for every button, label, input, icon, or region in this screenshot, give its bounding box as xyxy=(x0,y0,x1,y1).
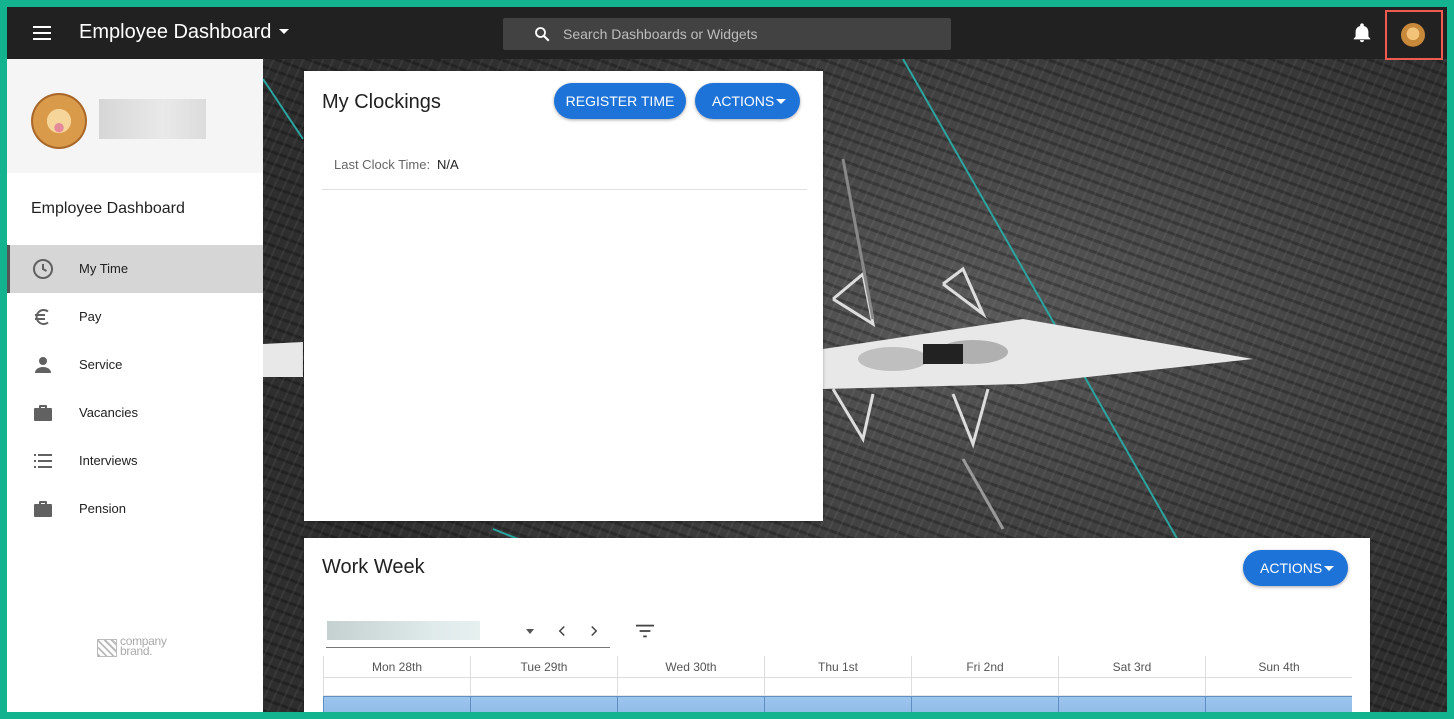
day-column-header: Mon 28th xyxy=(323,656,470,678)
top-app-bar: Employee Dashboard xyxy=(7,7,1447,60)
day-time-slot[interactable] xyxy=(470,696,617,712)
clockings-actions-button[interactable]: ACTIONS xyxy=(695,83,800,119)
week-select-value-redacted xyxy=(327,621,480,640)
register-time-button[interactable]: REGISTER TIME xyxy=(554,83,686,119)
avatar xyxy=(1401,23,1425,47)
briefcase-icon xyxy=(34,405,52,421)
day-allday-cell[interactable] xyxy=(1205,678,1352,696)
search-icon xyxy=(535,27,550,42)
day-time-slot[interactable] xyxy=(764,696,911,712)
briefcase-icon xyxy=(34,501,52,517)
day-time-slot[interactable] xyxy=(1205,696,1352,712)
day-column-header: Fri 2nd xyxy=(911,656,1058,678)
sidebar-item-label: My Time xyxy=(79,261,129,276)
chevron-down-icon xyxy=(776,99,786,104)
app-window: Employee Dashboard Employee Dashboard xyxy=(7,7,1447,712)
day-time-slot[interactable] xyxy=(911,696,1058,712)
day-column-header: Tue 29th xyxy=(470,656,617,678)
day-allday-cell[interactable] xyxy=(1058,678,1205,696)
day-column-header: Wed 30th xyxy=(617,656,764,678)
profile-avatar xyxy=(31,93,87,149)
sidebar-item-label: Vacancies xyxy=(79,405,139,420)
sidebar-title: Employee Dashboard xyxy=(31,200,185,217)
chevron-down-icon xyxy=(1324,566,1334,571)
last-clock-time-label: Last Clock Time: xyxy=(334,157,431,172)
my-clockings-card: My Clockings REGISTER TIME ACTIONS Last … xyxy=(304,71,823,521)
search-bar[interactable] xyxy=(503,18,951,50)
card-title: My Clockings xyxy=(322,91,441,113)
notifications-bell-icon[interactable] xyxy=(1351,22,1373,44)
sidebar-item-label: Service xyxy=(79,357,123,372)
day-allday-cell[interactable] xyxy=(617,678,764,696)
day-column-header: Thu 1st xyxy=(764,656,911,678)
app-title[interactable]: Employee Dashboard xyxy=(79,21,271,44)
day-allday-cell[interactable] xyxy=(764,678,911,696)
hamburger-menu-icon[interactable] xyxy=(31,23,53,43)
card-title: Work Week xyxy=(322,556,425,578)
sidebar-item-pay[interactable]: Pay xyxy=(7,293,263,341)
user-avatar-button[interactable] xyxy=(1385,10,1443,60)
euro-icon xyxy=(35,309,49,325)
sidebar-item-label: Pension xyxy=(79,501,126,516)
chevron-right-icon[interactable] xyxy=(585,622,603,640)
day-allday-cell[interactable] xyxy=(323,678,470,696)
sidebar-item-interviews[interactable]: Interviews xyxy=(7,437,263,485)
sidebar-item-service[interactable]: Service xyxy=(7,341,263,389)
clock-icon xyxy=(33,259,53,279)
dashboard-dropdown-icon[interactable] xyxy=(279,29,289,34)
list-icon xyxy=(34,454,52,468)
company-brand-logo: company brand. xyxy=(97,634,177,661)
sidebar: Employee Dashboard My Time Pay Service V… xyxy=(7,59,263,712)
day-allday-cell[interactable] xyxy=(470,678,617,696)
day-time-slot[interactable] xyxy=(1058,696,1205,712)
filter-icon[interactable] xyxy=(634,622,656,640)
day-allday-cell[interactable] xyxy=(911,678,1058,696)
sidebar-nav: My Time Pay Service Vacancies Interviews… xyxy=(7,245,263,533)
profile-header xyxy=(7,59,263,173)
sidebar-item-label: Interviews xyxy=(79,453,138,468)
day-time-slot[interactable] xyxy=(617,696,764,712)
day-column-header: Sun 4th xyxy=(1205,656,1352,678)
brand-text: company brand. xyxy=(120,634,167,658)
chevron-left-icon[interactable] xyxy=(553,622,571,640)
work-week-card: Work Week ACTIONS Mon 28th Tue 29th Wed 30… xyxy=(304,538,1370,712)
divider xyxy=(322,189,807,190)
sidebar-item-my-time[interactable]: My Time xyxy=(7,245,263,293)
day-time-slot[interactable] xyxy=(323,696,470,712)
last-clock-time-value: N/A xyxy=(437,157,459,172)
dropdown-arrow-icon xyxy=(526,629,534,634)
day-column-header: Sat 3rd xyxy=(1058,656,1205,678)
sidebar-item-label: Pay xyxy=(79,309,102,324)
search-input[interactable] xyxy=(563,18,933,50)
brand-mark-icon xyxy=(97,639,117,657)
person-icon xyxy=(35,357,51,373)
sidebar-item-vacancies[interactable]: Vacancies xyxy=(7,389,263,437)
workweek-actions-button[interactable]: ACTIONS xyxy=(1243,550,1348,586)
profile-name-redacted xyxy=(99,99,206,139)
sidebar-item-pension[interactable]: Pension xyxy=(7,485,263,533)
